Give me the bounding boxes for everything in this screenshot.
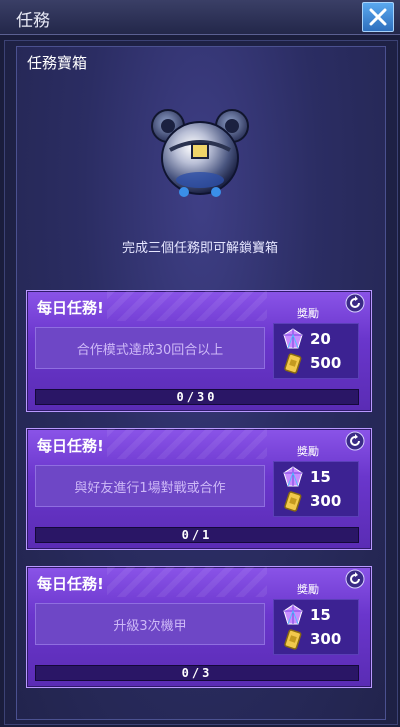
mission-label: 每日任務! [37,437,104,455]
close-icon [369,8,387,26]
reward-label: 獎勵 [297,583,319,596]
header-stripes [107,291,267,321]
header-stripes [107,567,267,597]
coin-icon [284,491,302,512]
gem-reward: 15 [280,466,356,488]
gem-amount: 15 [310,468,331,486]
mission-label: 每日任務! [37,299,104,317]
task-description: 合作模式達成30回合以上 [35,327,265,369]
task-description: 升級3次機甲 [35,603,265,645]
gem-reward: 15 [280,604,356,626]
gem-icon [283,328,303,349]
coin-icon [284,629,302,650]
task-description: 與好友進行1場對戰或合作 [35,465,265,507]
reward-label: 獎勵 [297,307,319,320]
refresh-icon[interactable] [345,569,365,589]
refresh-icon[interactable] [345,293,365,313]
title-bar: 任務 [0,0,400,35]
mission-card[interactable]: 每日任務! 獎勵 合作模式達成30回合以上 20 500 0/30 [26,290,372,412]
reward-label: 獎勵 [297,445,319,458]
header-stripes [107,429,267,459]
coin-amount: 300 [310,492,342,510]
mission-card[interactable]: 每日任務! 獎勵 與好友進行1場對戰或合作 15 300 0/1 [26,428,372,550]
gem-reward: 20 [280,328,356,350]
gem-amount: 20 [310,330,331,348]
reward-box: 20 500 [273,323,359,379]
chest-icon[interactable] [140,104,260,204]
coin-reward: 500 [280,352,356,374]
coin-icon [284,353,302,374]
gem-amount: 15 [310,606,331,624]
chest-title: 任務寶箱 [27,54,88,72]
gem-icon [283,604,303,625]
mission-card[interactable]: 每日任務! 獎勵 升級3次機甲 15 300 0/3 [26,566,372,688]
window-title: 任務 [16,11,50,31]
coin-reward: 300 [280,628,356,650]
chest-description: 完成三個任務即可解鎖寶箱 [121,241,278,256]
progress-bar: 0/1 [35,527,359,543]
coin-amount: 500 [310,354,342,372]
reward-box: 15 300 [273,461,359,517]
progress-bar: 0/3 [35,665,359,681]
reward-box: 15 300 [273,599,359,655]
refresh-icon[interactable] [345,431,365,451]
gem-icon [283,466,303,487]
progress-text: 0/1 [181,528,213,542]
close-button[interactable] [362,2,394,32]
progress-text: 0/30 [176,390,218,404]
coin-reward: 300 [280,490,356,512]
progress-bar: 0/30 [35,389,359,405]
mission-label: 每日任務! [37,575,104,593]
progress-text: 0/3 [181,666,213,680]
coin-amount: 300 [310,630,342,648]
